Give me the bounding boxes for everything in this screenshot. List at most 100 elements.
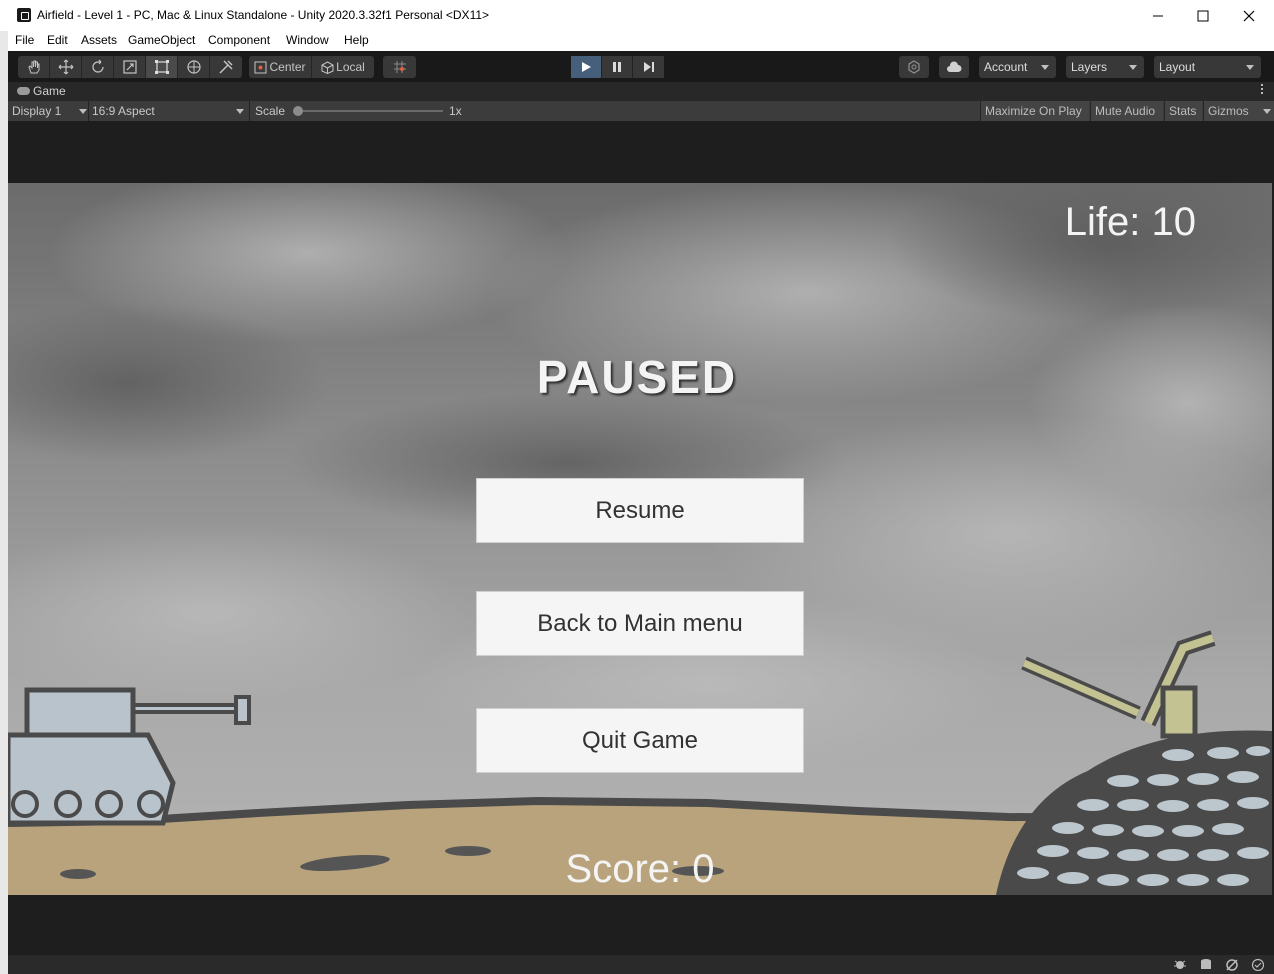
game-tab-label: Game (33, 84, 66, 98)
mute-audio-toggle[interactable]: Mute Audio (1090, 101, 1163, 121)
more-options-icon[interactable] (1261, 84, 1264, 97)
paused-title: PAUSED (536, 351, 738, 403)
tools-icon (219, 60, 233, 74)
layers-label: Layers (1071, 60, 1108, 74)
transform-tool-button[interactable] (178, 56, 210, 78)
maximize-icon (1197, 10, 1209, 21)
scale-icon (122, 60, 137, 74)
menu-window[interactable]: Window (286, 33, 329, 47)
editor-status-bar (8, 955, 1274, 974)
menu-edit[interactable]: Edit (47, 33, 68, 47)
divider (88, 101, 89, 121)
menu-assets[interactable]: Assets (81, 33, 117, 47)
layout-label: Layout (1159, 60, 1196, 74)
play-icon (582, 62, 591, 72)
quit-game-button[interactable]: Quit Game (476, 708, 804, 773)
back-to-main-menu-button[interactable]: Back to Main menu (476, 591, 804, 656)
left-editor-strip (0, 0, 8, 974)
stats-toggle[interactable]: Stats (1164, 101, 1202, 121)
life-counter: Life: 10 (1064, 200, 1196, 244)
play-button[interactable] (571, 56, 602, 78)
hand-icon (27, 60, 39, 74)
stats-label: Stats (1169, 104, 1197, 118)
space-label: Local (336, 60, 365, 74)
pivot-group: Center Local (249, 56, 374, 78)
maximize-on-play-label: Maximize On Play (985, 104, 1082, 118)
aspect-dropdown[interactable]: 16:9 Aspect (92, 101, 246, 121)
display-label: Display 1 (12, 104, 62, 118)
transform-tools (18, 56, 242, 78)
display-dropdown[interactable]: Display 1 (12, 101, 87, 121)
scale-slider-track[interactable] (296, 110, 443, 112)
editor-toolbar: Center Local Account Layers Layout (8, 51, 1274, 82)
game-view-tab[interactable]: Game (8, 82, 1274, 101)
playback-controls (571, 56, 664, 78)
menu-help[interactable]: Help (344, 33, 369, 47)
account-dropdown[interactable]: Account (979, 56, 1056, 78)
gizmos-label: Gizmos (1208, 104, 1249, 118)
menu-bar: File Edit Assets GameObject Component Wi… (8, 31, 1274, 51)
grid-snap-button[interactable] (383, 56, 416, 78)
move-icon (58, 59, 73, 75)
pause-icon (613, 62, 621, 72)
scale-value: 1x (449, 104, 462, 118)
aspect-label: 16:9 Aspect (92, 104, 155, 118)
bug-icon[interactable] (1173, 958, 1187, 971)
pause-button[interactable] (602, 56, 633, 78)
minimize-button[interactable] (1135, 0, 1181, 31)
custom-tool-button[interactable] (210, 56, 242, 78)
step-button[interactable] (633, 56, 664, 78)
close-window-button[interactable] (1226, 0, 1272, 31)
collab-icon (908, 60, 920, 74)
grid-snap-icon (393, 61, 406, 73)
chevron-down-icon (1246, 65, 1254, 70)
local-cube-icon (321, 60, 334, 74)
checkmark-icon[interactable] (1251, 958, 1265, 971)
minimize-icon (1153, 15, 1163, 16)
menu-gameobject[interactable]: GameObject (128, 33, 195, 47)
score-counter: Score: 0 (565, 847, 715, 891)
move-tool-button[interactable] (50, 56, 82, 78)
layers-dropdown[interactable]: Layers (1066, 56, 1144, 78)
chevron-down-icon (1041, 65, 1049, 70)
chevron-down-icon (1263, 109, 1271, 114)
unity-app-icon (17, 8, 31, 22)
close-icon (1243, 10, 1255, 21)
step-icon (643, 62, 654, 72)
database-icon[interactable] (1199, 958, 1213, 971)
transform-icon (186, 60, 201, 74)
rect-transform-icon (154, 60, 169, 74)
rotate-tool-button[interactable] (82, 56, 114, 78)
game-view-toolbar: Display 1 16:9 Aspect Scale 1x Maximize … (8, 101, 1274, 121)
hand-tool-button[interactable] (18, 56, 50, 78)
pivot-label: Center (269, 60, 306, 74)
resume-button[interactable]: Resume (476, 478, 804, 543)
divider (249, 101, 250, 121)
gizmos-dropdown[interactable]: Gizmos (1203, 101, 1274, 121)
window-title-bar: Airfield - Level 1 - PC, Mac & Linux Sta… (0, 0, 1274, 31)
cloud-button[interactable] (939, 56, 969, 78)
pivot-center-button[interactable]: Center (249, 56, 312, 78)
maximize-button[interactable] (1180, 0, 1226, 31)
collab-button[interactable] (899, 56, 929, 78)
rotate-icon (91, 59, 104, 73)
gamepad-icon (17, 87, 30, 95)
mute-audio-label: Mute Audio (1095, 104, 1156, 118)
window-title: Airfield - Level 1 - PC, Mac & Linux Sta… (37, 8, 490, 22)
menu-component[interactable]: Component (208, 33, 270, 47)
scale-slider-handle[interactable] (293, 106, 303, 116)
chevron-down-icon (79, 109, 87, 114)
cloud-icon (947, 61, 962, 72)
grid-snap-group (383, 56, 416, 78)
pivot-space-button[interactable]: Local (312, 56, 374, 78)
debug-mode-icon[interactable] (1225, 958, 1239, 971)
menu-file[interactable]: File (15, 33, 34, 47)
scale-label: Scale (255, 104, 286, 118)
layout-dropdown[interactable]: Layout (1154, 56, 1261, 78)
account-label: Account (984, 60, 1028, 74)
chevron-down-icon (1129, 65, 1137, 70)
scale-tool-button[interactable] (114, 56, 146, 78)
chevron-down-icon (236, 109, 244, 114)
maximize-on-play-toggle[interactable]: Maximize On Play (980, 101, 1089, 121)
rect-tool-button[interactable] (146, 56, 178, 78)
